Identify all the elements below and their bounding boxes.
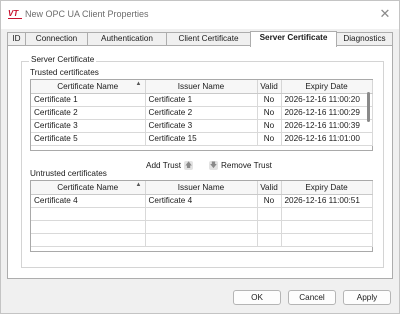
cell-valid: No xyxy=(257,194,282,208)
column-header-issuer-name[interactable]: Issuer Name xyxy=(145,80,258,94)
apply-button[interactable]: Apply xyxy=(343,290,391,305)
cell-valid xyxy=(257,233,282,247)
column-header-certificate-name[interactable]: Certificate Name ▲ xyxy=(31,80,146,94)
cell-issuer-name: Certificate 15 xyxy=(145,132,258,146)
cell-issuer-name: Certificate 4 xyxy=(145,194,258,208)
app-logo-icon: VT xyxy=(8,10,22,19)
tab-authentication[interactable]: Authentication xyxy=(87,32,167,46)
cell-valid xyxy=(257,220,282,234)
tab-strip: ID Connection Authentication Client Cert… xyxy=(7,31,393,47)
cell-valid: No xyxy=(257,119,282,133)
cell-issuer-name xyxy=(145,207,258,221)
cell-expiry-date: 2026-12-16 11:00:29 xyxy=(281,106,373,120)
column-header-issuer-name[interactable]: Issuer Name xyxy=(145,181,258,195)
table-header-row: Certificate Name ▲ Issuer Name Valid Expi… xyxy=(31,80,373,94)
cell-issuer-name: Certificate 1 xyxy=(145,93,258,107)
remove-trust-label: Remove Trust xyxy=(221,160,272,170)
table-row[interactable]: Certificate 4 Certificate 4 No 2026-12-1… xyxy=(31,194,373,208)
column-header-certificate-name[interactable]: Certificate Name ▲ xyxy=(31,181,146,195)
cell-certificate-name: Certificate 5 xyxy=(31,132,146,146)
table-row[interactable]: Certificate 3 Certificate 3 No 2026-12-1… xyxy=(31,119,373,133)
column-header-expiry-date[interactable]: Expiry Date xyxy=(281,181,373,195)
column-header-valid[interactable]: Valid xyxy=(257,80,282,94)
tab-client-certificate[interactable]: Client Certificate xyxy=(166,32,251,46)
tab-server-certificate[interactable]: Server Certificate xyxy=(250,31,337,47)
cell-certificate-name: Certificate 1 xyxy=(31,93,146,107)
vertical-scrollbar[interactable] xyxy=(367,92,370,122)
column-header-valid[interactable]: Valid xyxy=(257,181,282,195)
group-title: Server Certificate xyxy=(29,55,97,64)
properties-dialog: VT New OPC UA Client Properties ✕ ID Con… xyxy=(0,0,400,314)
cell-certificate-name: Certificate 4 xyxy=(31,194,146,208)
column-header-expiry-date[interactable]: Expiry Date xyxy=(281,80,373,94)
cell-certificate-name xyxy=(31,233,146,247)
remove-trust-button[interactable]: 🡇 Remove Trust xyxy=(209,159,272,171)
cancel-button[interactable]: Cancel xyxy=(288,290,336,305)
table-row[interactable]: Certificate 1 Certificate 1 No 2026-12-1… xyxy=(31,93,373,107)
cell-expiry-date: 2026-12-16 11:00:39 xyxy=(281,119,373,133)
cell-expiry-date: 2026-12-16 11:00:51 xyxy=(281,194,373,208)
cell-valid xyxy=(257,207,282,221)
cell-issuer-name xyxy=(145,220,258,234)
trusted-certificates-label: Trusted certificates xyxy=(30,68,99,77)
trusted-certificates-table[interactable]: Certificate Name ▲ Issuer Name Valid Expi… xyxy=(30,79,373,151)
cell-valid: No xyxy=(257,93,282,107)
untrusted-certificates-label: Untrusted certificates xyxy=(30,169,107,178)
cell-certificate-name xyxy=(31,207,146,221)
window-title: New OPC UA Client Properties xyxy=(25,9,149,19)
cell-expiry-date: 2026-12-16 11:01:00 xyxy=(281,132,373,146)
untrusted-certificates-table[interactable]: Certificate Name ▲ Issuer Name Valid Expi… xyxy=(30,180,373,252)
cell-certificate-name: Certificate 3 xyxy=(31,119,146,133)
close-button[interactable]: ✕ xyxy=(377,6,393,22)
cell-expiry-date xyxy=(281,233,373,247)
table-row[interactable] xyxy=(31,207,373,221)
cell-expiry-date xyxy=(281,207,373,221)
cell-issuer-name: Certificate 3 xyxy=(145,119,258,133)
cell-issuer-name xyxy=(145,233,258,247)
cell-valid: No xyxy=(257,106,282,120)
cell-expiry-date: 2026-12-16 11:00:20 xyxy=(281,93,373,107)
tab-diagnostics[interactable]: Diagnostics xyxy=(336,32,393,46)
arrow-down-icon: 🡇 xyxy=(209,160,218,170)
table-row[interactable]: Certificate 5 Certificate 15 No 2026-12-… xyxy=(31,132,373,146)
table-header-row: Certificate Name ▲ Issuer Name Valid Expi… xyxy=(31,181,373,195)
ok-button[interactable]: OK xyxy=(233,290,281,305)
table-row[interactable]: Certificate 2 Certificate 2 No 2026-12-1… xyxy=(31,106,373,120)
title-bar: VT New OPC UA Client Properties ✕ xyxy=(1,1,399,29)
arrow-up-icon: 🡅 xyxy=(184,160,194,170)
cell-certificate-name: Certificate 2 xyxy=(31,106,146,120)
table-row[interactable] xyxy=(31,220,373,234)
cell-expiry-date xyxy=(281,220,373,234)
table-row[interactable] xyxy=(31,233,373,247)
sort-ascending-icon: ▲ xyxy=(135,182,142,188)
tab-connection[interactable]: Connection xyxy=(25,32,88,46)
add-trust-label: Add Trust xyxy=(146,160,182,170)
cell-valid: No xyxy=(257,132,282,146)
cell-certificate-name xyxy=(31,220,146,234)
sort-ascending-icon: ▲ xyxy=(135,81,142,87)
tab-id[interactable]: ID xyxy=(7,32,26,46)
cell-issuer-name: Certificate 2 xyxy=(145,106,258,120)
add-trust-button[interactable]: Add Trust 🡅 xyxy=(146,159,194,171)
